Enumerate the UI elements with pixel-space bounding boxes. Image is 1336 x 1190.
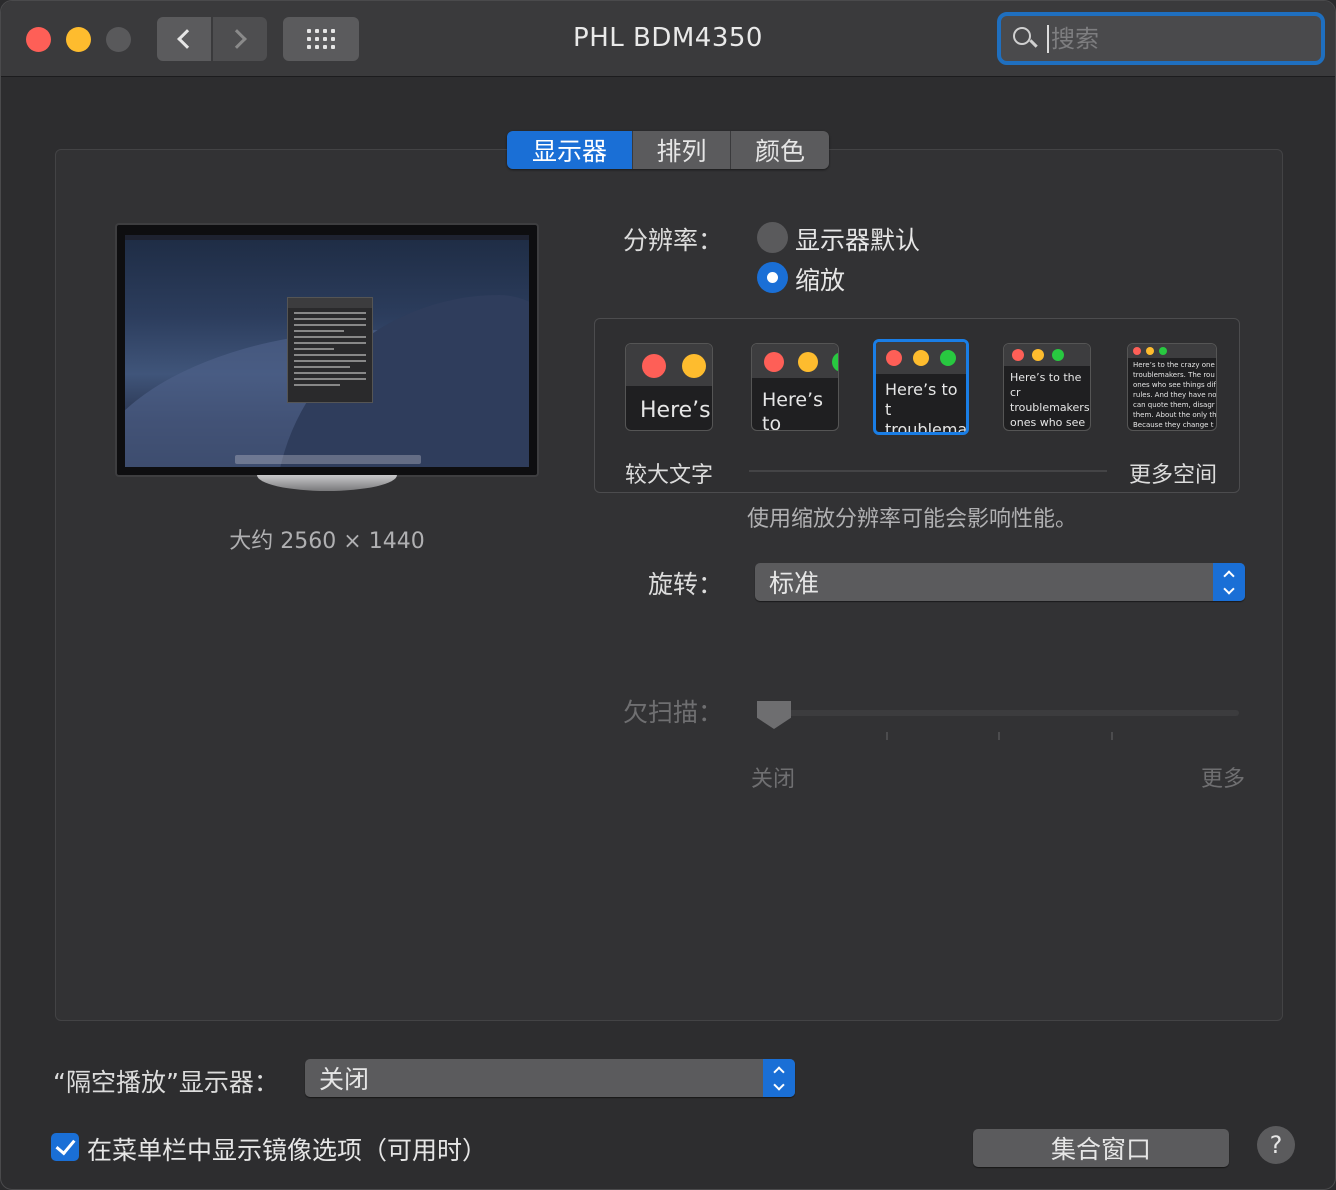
gather-windows-button[interactable]: 集合窗口 (973, 1129, 1229, 1167)
underscan-min-label: 关闭 (751, 767, 796, 792)
rotation-popup[interactable]: 标准 (755, 563, 1245, 601)
underscan-max-label: 更多 (1201, 767, 1246, 792)
mirroring-options-checkbox[interactable] (51, 1133, 79, 1161)
preview-window (287, 297, 373, 403)
search-field[interactable] (997, 12, 1325, 65)
monitor-preview-image (115, 223, 539, 477)
tab-display[interactable]: 显示器 (507, 131, 633, 169)
more-space-label: 更多空间 (1129, 463, 1218, 488)
option-default-for-display[interactable]: 显示器默认 (795, 221, 920, 257)
slider-tick (886, 732, 888, 740)
option-scaled[interactable]: 缩放 (795, 261, 845, 297)
help-button[interactable]: ? (1257, 1126, 1295, 1164)
scale-option-3[interactable]: Here’s to t troublema ones who (873, 339, 969, 435)
rotation-label: 旋转： (647, 570, 723, 599)
tab-color[interactable]: 颜色 (731, 131, 829, 169)
search-input[interactable] (1047, 24, 1297, 53)
scale-option-5[interactable]: Here’s to the crazy one troublemakers. T… (1127, 343, 1217, 431)
resolution-label: 分辨率： (622, 226, 723, 255)
underscan-slider-track (759, 710, 1239, 716)
tab-arrangement[interactable]: 排列 (633, 131, 731, 169)
popup-stepper-icon (763, 1059, 795, 1097)
airplay-display-label: “隔空播放”显示器： (53, 1068, 279, 1097)
performance-note: 使用缩放分辨率可能会影响性能。 (747, 507, 1078, 532)
rotation-value: 标准 (769, 569, 820, 598)
slider-tick (998, 732, 1000, 740)
larger-text-label: 较大文字 (625, 463, 714, 488)
tab-bar: 显示器 排列 颜色 (507, 131, 829, 169)
slider-tick (1111, 732, 1113, 740)
airplay-display-value: 关闭 (319, 1065, 370, 1094)
scale-divider (749, 470, 1107, 472)
search-icon (1013, 26, 1038, 51)
mirroring-options-label[interactable]: 在菜单栏中显示镜像选项（可用时） (87, 1131, 487, 1167)
dock-preview (235, 455, 421, 464)
scale-option-1[interactable]: Here’s (625, 343, 713, 431)
title-bar: PHL BDM4350 (1, 1, 1335, 77)
scale-option-2[interactable]: Here’s to troublem (751, 343, 839, 431)
radio-default-for-display[interactable] (757, 222, 788, 253)
underscan-label: 欠扫描： (622, 698, 723, 727)
scale-option-4[interactable]: Here’s to the cr troublemakers. ones who… (1003, 343, 1091, 431)
popup-stepper-icon (1213, 563, 1245, 601)
resolution-caption: 大约 2560 × 1440 (229, 529, 425, 554)
system-preferences-window: PHL BDM4350 显示器 排列 颜色 (0, 0, 1336, 1190)
desktop-wallpaper (125, 235, 529, 467)
radio-scaled[interactable] (757, 262, 788, 293)
airplay-display-popup[interactable]: 关闭 (305, 1059, 795, 1097)
